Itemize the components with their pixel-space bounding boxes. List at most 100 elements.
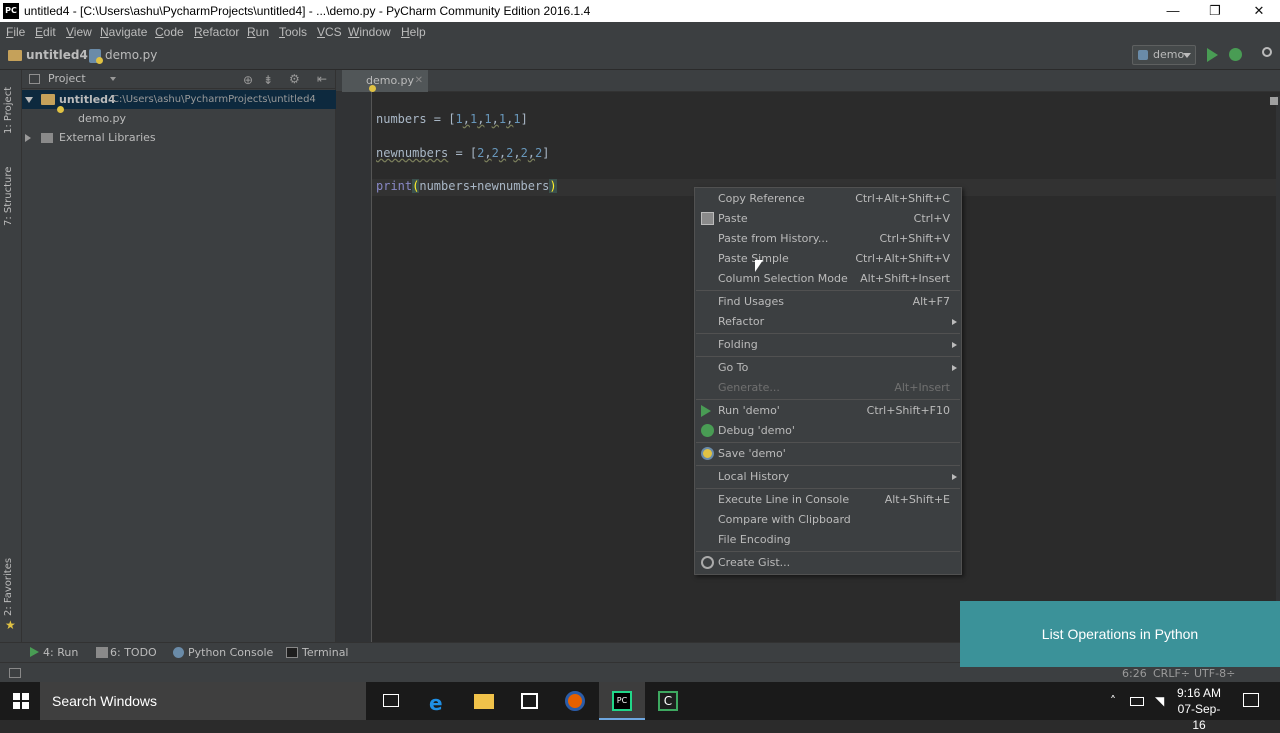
breadcrumb-project[interactable]: untitled4 xyxy=(26,48,88,62)
run-icon[interactable] xyxy=(1207,48,1218,62)
menu-view[interactable]: View xyxy=(66,25,92,39)
menu-vcs[interactable]: VCS xyxy=(317,25,342,39)
menu-item-generate: Generate... Alt+Insert xyxy=(718,381,950,394)
task-view-button[interactable] xyxy=(368,682,414,720)
hide-icon[interactable]: ⇤ xyxy=(317,72,327,86)
tool-window-toggle-icon[interactable] xyxy=(9,668,21,678)
clock-time: 9:16 AM xyxy=(1176,686,1222,700)
menu-separator xyxy=(696,399,960,400)
run-configuration-select[interactable]: demo xyxy=(1132,45,1196,65)
menu-tools[interactable]: Tools xyxy=(279,25,307,39)
menu-run[interactable]: Run xyxy=(247,25,269,39)
search-icon[interactable] xyxy=(1262,47,1272,57)
window-title: untitled4 - [C:\Users\ashu\PycharmProjec… xyxy=(24,4,591,18)
menu-item-create-gist[interactable]: Create Gist... xyxy=(695,553,961,573)
menu-item-copy-reference[interactable]: Copy Reference Ctrl+Alt+Shift+C xyxy=(695,189,961,209)
menu-edit[interactable]: Edit xyxy=(35,25,56,39)
menu-help[interactable]: Help xyxy=(401,25,426,39)
menu-item-run-demo[interactable]: Run 'demo' Ctrl+Shift+F10 xyxy=(695,401,961,421)
menu-item-local-history[interactable]: Local History xyxy=(695,467,961,487)
list-number: 2 xyxy=(491,146,499,160)
pycharm-taskbar-button[interactable]: PC xyxy=(599,682,645,720)
menu-item-find-usages[interactable]: Find Usages Alt+F7 xyxy=(695,292,961,312)
menu-bar: File Edit View Navigate Code Refactor Ru… xyxy=(0,22,1280,42)
tab-demo-py[interactable]: demo.py ✕ xyxy=(342,70,428,92)
camtasia-button[interactable]: C xyxy=(645,682,691,720)
chevron-up-icon[interactable]: ˄ xyxy=(1110,694,1116,708)
code-line-2: newnumbers = [2,2,2,2,2] xyxy=(376,146,550,160)
debug-icon[interactable] xyxy=(1229,48,1242,61)
menu-item-column-selection-mode[interactable]: Column Selection Mode Alt+Shift+Insert xyxy=(695,269,961,289)
tool-tab-structure[interactable]: 7: Structure xyxy=(3,156,14,226)
debug-icon xyxy=(701,424,714,437)
menu-item-debug-demo[interactable]: Debug 'demo' xyxy=(695,421,961,441)
run-icon xyxy=(30,647,39,657)
todo-icon xyxy=(96,647,108,658)
tool-tab-favorites[interactable]: 2: Favorites xyxy=(3,556,14,616)
menu-item-go-to[interactable]: Go To xyxy=(695,358,961,378)
project-view-icon xyxy=(29,74,40,84)
windows-start-icon[interactable] xyxy=(13,693,29,709)
chevron-down-icon[interactable] xyxy=(110,77,116,81)
list-number: 2 xyxy=(520,146,528,160)
taskbar-clock[interactable]: 9:16 AM 07-Sep-16 xyxy=(1172,685,1226,733)
python-icon xyxy=(1138,50,1148,60)
battery-icon[interactable] xyxy=(1130,697,1144,706)
menu-refactor[interactable]: Refactor xyxy=(194,25,239,39)
menu-item-refactor[interactable]: Refactor xyxy=(695,312,961,332)
menu-file[interactable]: File xyxy=(6,25,25,39)
menu-window[interactable]: Window xyxy=(348,25,391,39)
title-bar: PC untitled4 - [C:\Users\ashu\PycharmPro… xyxy=(0,0,1280,22)
tree-row-file[interactable]: demo.py xyxy=(22,109,336,128)
taskbar-search-input[interactable]: Search Windows xyxy=(40,682,366,720)
close-tab-icon[interactable]: ✕ xyxy=(415,70,423,92)
store-button[interactable] xyxy=(507,682,553,720)
menu-separator xyxy=(696,465,960,466)
tree-row-root[interactable]: untitled4 C:\Users\ashu\PycharmProjects\… xyxy=(22,90,336,109)
collapse-icon[interactable]: ⇟ xyxy=(263,73,273,87)
folder-icon xyxy=(8,50,22,61)
expand-arrow-icon[interactable] xyxy=(25,97,33,103)
menu-separator xyxy=(696,333,960,334)
file-explorer-button[interactable] xyxy=(461,682,507,720)
menu-item-execute-line[interactable]: Execute Line in Console Alt+Shift+E xyxy=(695,490,961,510)
tool-tab-todo[interactable]: 6: TODO xyxy=(110,646,157,659)
caret-position[interactable]: 6:26 xyxy=(1122,667,1147,680)
minimize-button[interactable]: — xyxy=(1150,0,1196,22)
file-encoding[interactable]: UTF-8÷ xyxy=(1194,667,1235,680)
edge-button[interactable]: e xyxy=(415,682,461,720)
menu-item-folding[interactable]: Folding xyxy=(695,335,961,355)
tree-file-name: demo.py xyxy=(78,112,126,125)
menu-item-paste[interactable]: Paste Ctrl+V xyxy=(695,209,961,229)
wifi-icon[interactable]: ◥ xyxy=(1155,694,1164,708)
menu-item-paste-simple[interactable]: Paste Simple Ctrl+Alt+Shift+V xyxy=(695,249,961,269)
submenu-arrow-icon xyxy=(952,474,957,480)
submenu-arrow-icon xyxy=(952,365,957,371)
menu-item-paste-from-history[interactable]: Paste from History... Ctrl+Shift+V xyxy=(695,229,961,249)
tree-row-external[interactable]: External Libraries xyxy=(22,128,336,147)
menu-navigate[interactable]: Navigate xyxy=(100,25,147,39)
action-center-icon[interactable] xyxy=(1243,693,1259,707)
menu-code[interactable]: Code xyxy=(155,25,184,39)
menu-item-save-demo[interactable]: Save 'demo' xyxy=(695,444,961,464)
menu-item-compare-clipboard[interactable]: Compare with Clipboard xyxy=(695,510,961,530)
menu-separator xyxy=(696,488,960,489)
close-button[interactable]: ✕ xyxy=(1236,0,1280,22)
firefox-button[interactable] xyxy=(553,682,599,720)
collapse-arrow-icon[interactable] xyxy=(25,134,31,142)
line-separator[interactable]: CRLF÷ xyxy=(1153,667,1190,680)
project-view-label[interactable]: Project xyxy=(48,72,86,85)
gear-icon[interactable]: ⚙ xyxy=(289,72,300,86)
library-icon xyxy=(41,133,53,143)
editor-scrollbar[interactable] xyxy=(1276,96,1280,642)
tool-tab-python-console[interactable]: Python Console xyxy=(188,646,273,659)
list-number: 1 xyxy=(513,112,521,126)
breadcrumb-file[interactable]: demo.py xyxy=(105,48,157,62)
tool-tab-terminal[interactable]: Terminal xyxy=(302,646,349,659)
list-number: 1 xyxy=(455,112,463,126)
menu-item-file-encoding[interactable]: File Encoding xyxy=(695,530,961,550)
tool-tab-run[interactable]: 4: Run xyxy=(43,646,78,659)
restore-button[interactable]: ❐ xyxy=(1192,0,1238,22)
tool-tab-project[interactable]: 1: Project xyxy=(3,78,14,134)
locate-icon[interactable]: ⊕ xyxy=(243,73,253,87)
